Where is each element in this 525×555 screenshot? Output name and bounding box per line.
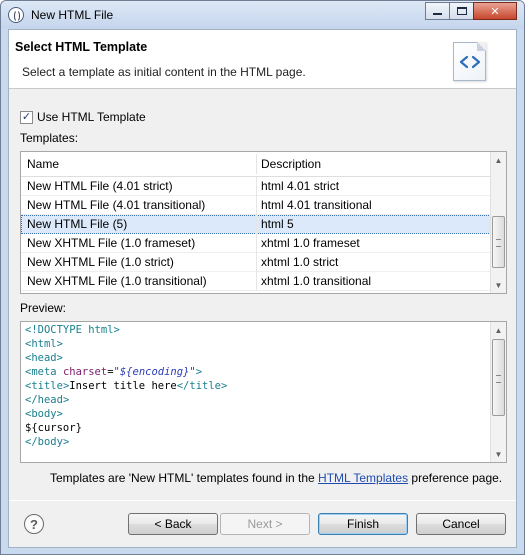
wizard-banner: Select HTML Template Select a template a… (9, 30, 516, 89)
cell-divider (256, 234, 257, 253)
code-line: </head> (25, 394, 70, 406)
code-line: <body> (25, 408, 63, 420)
table-row[interactable]: New HTML File (4.01 strict) html 4.01 st… (21, 177, 491, 196)
minimize-icon (433, 12, 442, 15)
code-line: </body> (25, 436, 70, 448)
next-button[interactable]: Next > (220, 513, 310, 535)
preview-scrollbar[interactable]: ▲ ▼ (490, 322, 506, 462)
templates-label: Templates: (20, 131, 79, 145)
table-row[interactable]: New HTML File (4.01 transitional) html 4… (21, 196, 491, 215)
code-brackets-icon (459, 55, 480, 68)
finish-button[interactable]: Finish (318, 513, 408, 535)
note-text: Templates are 'New HTML' templates found… (50, 471, 319, 485)
title-bar[interactable]: New HTML File ✕ (1, 1, 524, 29)
row-description: html 5 (261, 217, 294, 231)
row-name: New HTML File (4.01 transitional) (27, 198, 206, 212)
dialog-window: New HTML File ✕ Select HTML Template Sel… (0, 0, 525, 555)
column-divider[interactable] (256, 154, 257, 174)
note-text-end: preference page. (408, 471, 503, 485)
code-line: <head> (25, 352, 63, 364)
cell-divider (256, 215, 257, 234)
table-row[interactable]: New XHTML File (1.0 transitional) xhtml … (21, 272, 491, 291)
scroll-up-icon[interactable]: ▲ (491, 322, 506, 338)
maximize-icon (456, 7, 467, 15)
html-templates-link[interactable]: HTML Templates (318, 471, 408, 485)
close-icon: ✕ (490, 5, 500, 18)
templates-table[interactable]: Name Description New HTML File (4.01 str… (20, 151, 507, 294)
button-bar-divider (9, 500, 516, 501)
table-row-selected[interactable]: New HTML File (5) html 5 (21, 215, 491, 234)
row-description: html 4.01 transitional (261, 198, 372, 212)
row-name: New XHTML File (1.0 transitional) (27, 274, 207, 288)
column-header-name[interactable]: Name (27, 157, 59, 171)
scroll-down-icon[interactable]: ▼ (491, 277, 506, 293)
code-line: <!DOCTYPE html> (25, 324, 120, 336)
row-description: xhtml 1.0 strict (261, 255, 339, 269)
preview-label: Preview: (20, 301, 67, 315)
window-title: New HTML File (31, 8, 114, 22)
row-name: New XHTML File (1.0 strict) (27, 255, 174, 269)
close-button[interactable]: ✕ (473, 2, 517, 20)
dialog-body: Select HTML Template Select a template a… (8, 29, 517, 548)
minimize-button[interactable] (425, 2, 450, 20)
table-row[interactable]: New XHTML File (1.0 strict) xhtml 1.0 st… (21, 253, 491, 272)
scrollbar-thumb[interactable] (492, 216, 505, 268)
scroll-down-icon[interactable]: ▼ (491, 446, 506, 462)
row-description: xhtml 1.0 transitional (261, 274, 372, 288)
html-file-icon (453, 42, 486, 81)
maximize-button[interactable] (449, 2, 474, 20)
table-row[interactable]: New XHTML File (1.0 frameset) xhtml 1.0 … (21, 234, 491, 253)
table-scrollbar[interactable]: ▲ ▼ (490, 152, 506, 293)
code-line: <title>Insert title here</title> (25, 380, 228, 392)
row-description: xhtml 1.0 frameset (261, 236, 360, 250)
cell-divider (256, 253, 257, 272)
code-line: <html> (25, 338, 63, 350)
code-line: <meta charset="${encoding}"> (25, 366, 203, 378)
use-template-label[interactable]: Use HTML Template (37, 110, 146, 124)
templates-note: Templates are 'New HTML' templates found… (50, 471, 502, 485)
scroll-up-icon[interactable]: ▲ (491, 152, 506, 168)
cancel-button[interactable]: Cancel (416, 513, 506, 535)
use-template-checkbox[interactable]: ✓ (20, 110, 33, 124)
banner-message: Select a template as initial content in … (22, 65, 306, 79)
back-button[interactable]: < Back (128, 513, 218, 535)
cell-divider (256, 177, 257, 196)
help-icon[interactable]: ? (24, 514, 44, 534)
column-header-description[interactable]: Description (261, 157, 321, 171)
eclipse-icon (8, 7, 24, 23)
use-template-row[interactable]: ✓ Use HTML Template (20, 110, 146, 124)
cell-divider (256, 272, 257, 291)
cell-divider (256, 196, 257, 215)
row-name: New XHTML File (1.0 frameset) (27, 236, 196, 250)
table-header: Name Description (21, 152, 491, 177)
row-description: html 4.01 strict (261, 179, 340, 193)
preview-code[interactable]: <!DOCTYPE html> <html> <head> <meta charset… (25, 323, 227, 449)
row-name: New HTML File (4.01 strict) (27, 179, 173, 193)
window-controls: ✕ (425, 2, 517, 20)
row-name: New HTML File (5) (27, 217, 128, 231)
preview-pane[interactable]: <!DOCTYPE html> <html> <head> <meta charset… (20, 321, 507, 463)
banner-title: Select HTML Template (15, 40, 148, 54)
scrollbar-thumb[interactable] (492, 339, 505, 416)
code-line: ${cursor} (25, 422, 82, 434)
